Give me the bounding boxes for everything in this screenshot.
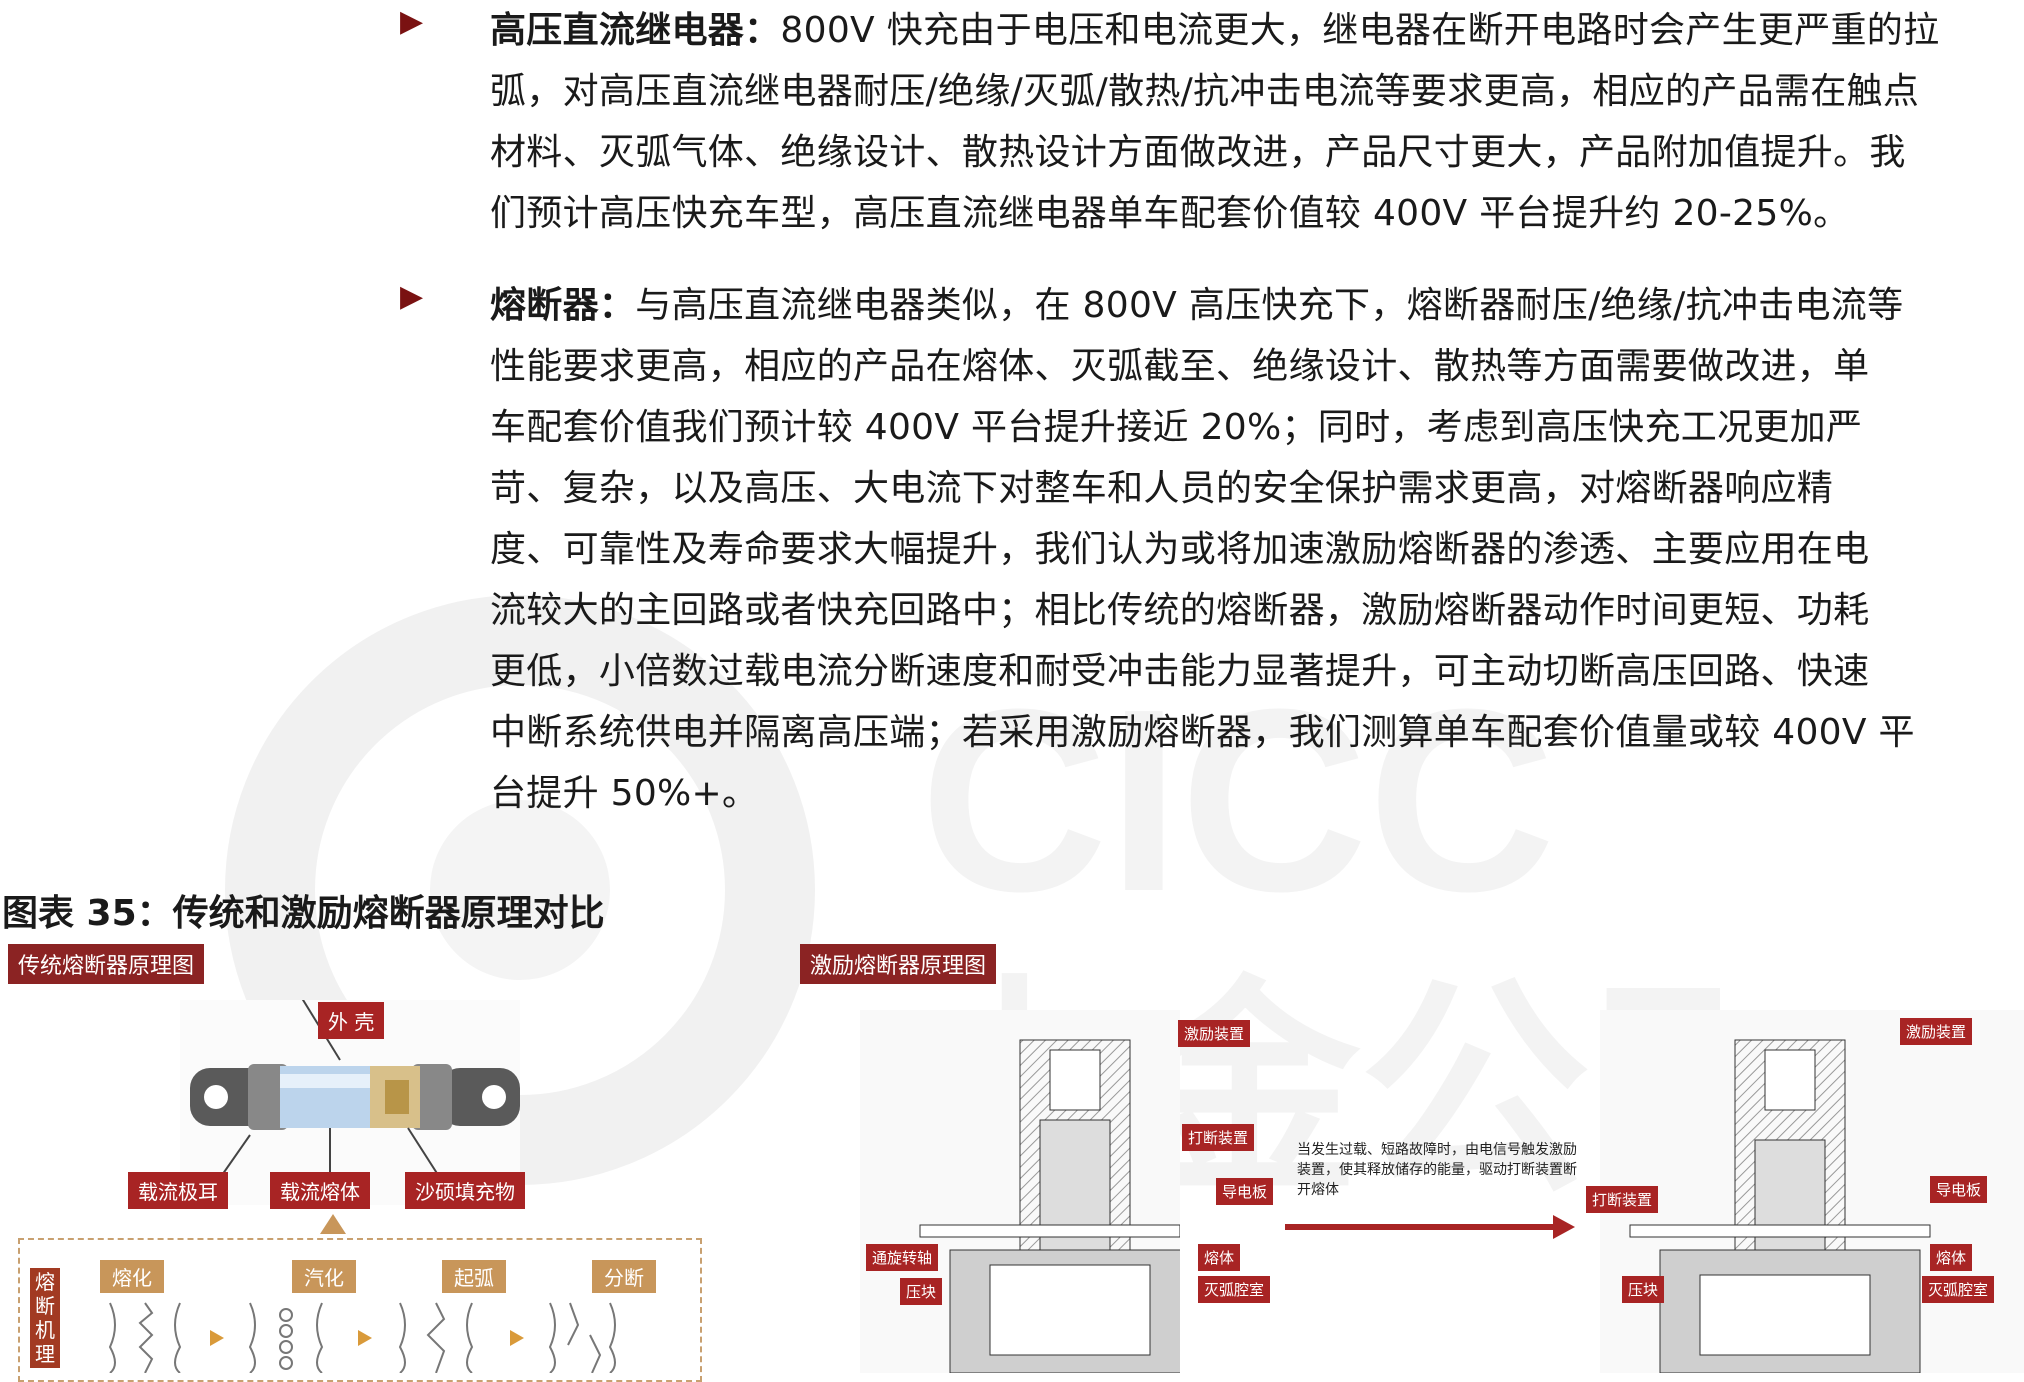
label-melt-right: 熔体 xyxy=(1930,1244,1973,1271)
label-plate-right: 导电板 xyxy=(1930,1176,1988,1203)
excited-fuse-diagram-left xyxy=(860,1010,1180,1373)
line: 苛、复杂，以及高压、大电流下对整车和人员的安全保护需求更高，对熔断器响应精 xyxy=(490,468,1834,509)
bullet-arrow-icon: ▶ xyxy=(400,279,424,314)
label-melt-left: 熔体 xyxy=(1198,1244,1241,1271)
bullet-fuse-title: 熔断器： xyxy=(490,285,636,326)
line: 与高压直流继电器类似，在 800V 高压快充下，熔断器耐压/绝缘/抗冲击电流等 xyxy=(635,285,1904,326)
step-break: 分断 xyxy=(592,1260,656,1293)
line: 度、可靠性及寿命要求大幅提升，我们认为或将加速激励熔断器的渗透、主要应用在电 xyxy=(490,529,1870,570)
line: 车配套价值我们预计较 400V 平台提升接近 20%；同时，考虑到高压快充工况更… xyxy=(490,407,1863,448)
bullet-arrow-icon: ▶ xyxy=(400,4,424,39)
label-sand: 沙硕填充物 xyxy=(405,1172,525,1209)
transition-arrow-icon xyxy=(1285,1215,1575,1239)
line: 材料、灭弧气体、绝缘设计、散热设计方面做改进，产品尺寸更大，产品附加值提升。我 xyxy=(490,132,1906,173)
line: 更低，小倍数过载电流分断速度和耐受冲击能力显著提升，可主动切断高压回路、快速 xyxy=(490,651,1870,692)
line: 们预计高压快充车型，高压直流继电器单车配套价值较 400V 平台提升约 20-2… xyxy=(490,193,1850,234)
step-vaporize: 汽化 xyxy=(292,1260,356,1293)
label-rotate-left: 通旋转轴 xyxy=(866,1244,939,1271)
mechanism-steps-graphic xyxy=(108,1302,616,1373)
label-melt: 载流熔体 xyxy=(270,1172,370,1209)
label-plate-left: 导电板 xyxy=(1216,1178,1274,1205)
label-arc-right: 灭弧腔室 xyxy=(1922,1276,1995,1303)
line: 性能要求更高，相应的产品在熔体、灭弧截至、绝缘设计、散热等方面需要做改进，单 xyxy=(490,346,1870,387)
line: 流较大的主回路或者快充回路中；相比传统的熔断器，激励熔断器动作时间更短、功耗 xyxy=(490,590,1870,631)
label-excite-right: 激励装置 xyxy=(1900,1018,1973,1045)
mechanism-side-label: 熔断机理 xyxy=(30,1268,60,1368)
label-shell: 外 壳 xyxy=(318,1002,385,1039)
label-press-right: 压块 xyxy=(1622,1276,1665,1303)
bullet-relay-text: 高压直流继电器：800V 快充由于电压和电流更大，继电器在断开电路时会产生更严重… xyxy=(490,0,2020,244)
excited-fuse-note: 当发生过载、短路故障时，由电信号触发激励装置，使其释放储存的能量，驱动打断装置断… xyxy=(1297,1142,1577,1198)
line: 中断系统供电并隔离高压端；若采用激励熔断器，我们测算单车配套价值量或较 400V… xyxy=(490,712,1915,753)
label-break-right: 打断装置 xyxy=(1586,1186,1659,1213)
triangle-icon xyxy=(320,1214,346,1234)
line: 台提升 50%+。 xyxy=(490,773,759,814)
bullet-fuse-text: 熔断器：与高压直流继电器类似，在 800V 高压快充下，熔断器耐压/绝缘/抗冲击… xyxy=(490,275,2020,824)
step-arc: 起弧 xyxy=(442,1260,506,1293)
bullet-relay-title: 高压直流继电器： xyxy=(490,10,781,51)
figure-title: 图表 35：传统和激励熔断器原理对比 xyxy=(2,893,605,934)
step-melt: 熔化 xyxy=(100,1260,164,1293)
label-ear: 载流极耳 xyxy=(128,1172,228,1209)
label-excite-left: 激励装置 xyxy=(1178,1020,1251,1047)
traditional-fuse-tag: 传统熔断器原理图 xyxy=(8,944,205,984)
label-break-left: 打断装置 xyxy=(1182,1124,1255,1151)
excited-fuse-tag: 激励熔断器原理图 xyxy=(800,944,997,984)
line: 800V 快充由于电压和电流更大，继电器在断开电路时会产生更严重的拉 xyxy=(780,10,1940,51)
line: 弧，对高压直流继电器耐压/绝缘/灭弧/散热/抗冲击电流等要求更高，相应的产品需在… xyxy=(490,71,1920,112)
label-press-left: 压块 xyxy=(900,1278,943,1305)
label-arc-left: 灭弧腔室 xyxy=(1198,1276,1271,1303)
